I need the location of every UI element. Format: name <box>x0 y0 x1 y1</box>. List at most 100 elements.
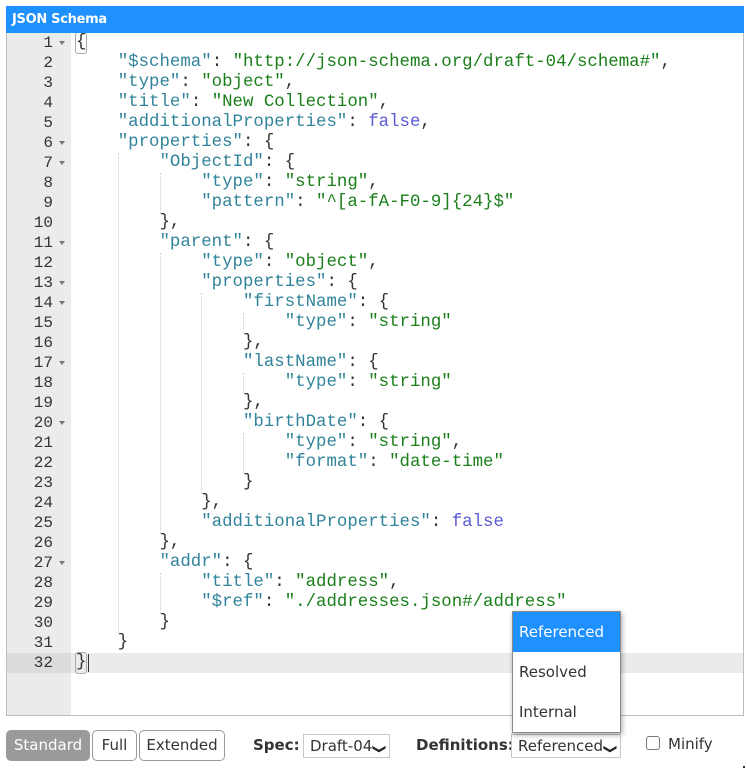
fold-arrow-icon[interactable] <box>59 361 65 365</box>
fold-arrow-icon[interactable] <box>59 421 65 425</box>
line-number: 10 <box>7 213 71 233</box>
json-punctuation: : <box>347 373 369 392</box>
json-key: "pattern" <box>201 193 296 212</box>
fold-arrow-icon[interactable] <box>59 141 65 145</box>
json-punctuation: : { <box>357 413 390 432</box>
code-line-text: }, <box>76 333 264 353</box>
line-number-text: 18 <box>33 374 53 392</box>
definitions-label: Definitions: <box>416 736 514 754</box>
minify-checkbox[interactable] <box>646 736 660 750</box>
code-line: "parent": { <box>71 233 743 253</box>
code-line-text: "title": "New Collection", <box>76 93 389 113</box>
line-number: 13 <box>7 273 71 293</box>
line-number: 29 <box>7 593 71 613</box>
mode-standard-button[interactable]: Standard <box>6 730 90 761</box>
dropdown-option-resolved[interactable]: Resolved <box>513 652 620 692</box>
json-punctuation: : { <box>222 553 254 572</box>
json-punctuation: : { <box>357 293 390 312</box>
line-number-text: 2 <box>43 54 53 72</box>
dropdown-option-referenced[interactable]: Referenced <box>513 612 620 652</box>
code-line: }, <box>71 493 743 513</box>
json-string: "object" <box>284 253 369 272</box>
mode-extended-button[interactable]: Extended <box>139 730 225 761</box>
json-punctuation: : <box>263 173 285 192</box>
json-punctuation: : <box>263 253 285 272</box>
code-line-text: "type": "object", <box>76 253 378 273</box>
fold-arrow-icon[interactable] <box>59 281 65 285</box>
json-punctuation: } <box>74 652 88 674</box>
code-line-text: "$schema": "http://json-schema.org/draft… <box>76 53 671 73</box>
line-number: 20 <box>7 413 71 433</box>
line-number: 19 <box>7 393 71 413</box>
json-string: "string" <box>368 433 452 452</box>
code-area[interactable]: { "$schema": "http://json-schema.org/dra… <box>71 33 743 715</box>
json-schema-editor[interactable]: 1 2 3 4 5 6 7 8 9 10 11 12 13 14 15 16 17 18 19 20 21 22 23 24 2… <box>6 33 744 716</box>
code-line-text: } <box>74 652 88 674</box>
json-punctuation: : { <box>243 233 275 252</box>
code-line-text: }, <box>76 213 181 233</box>
fold-arrow-icon[interactable] <box>59 41 65 45</box>
fold-arrow-icon[interactable] <box>59 301 65 305</box>
json-punctuation: : { <box>326 273 358 292</box>
line-number-text: 12 <box>33 254 53 272</box>
code-line: { <box>71 33 743 54</box>
line-number-text: 25 <box>33 514 53 532</box>
resize-dot <box>743 766 745 768</box>
line-number: 28 <box>7 573 71 593</box>
line-number: 26 <box>7 533 71 553</box>
json-key: "firstName" <box>242 293 358 312</box>
fold-arrow-icon[interactable] <box>59 161 65 165</box>
line-number-text: 27 <box>33 554 53 572</box>
json-key: "$schema" <box>117 53 212 72</box>
spec-select[interactable]: Draft-04 ❯ <box>303 734 390 758</box>
code-line: "format": "date-time" <box>71 453 743 473</box>
code-line-text: "lastName": { <box>76 353 379 373</box>
json-key: "type" <box>201 173 264 192</box>
json-string: "./addresses.json#/address" <box>284 593 567 612</box>
fold-arrow-icon[interactable] <box>59 241 65 245</box>
json-punctuation: , <box>368 173 379 192</box>
line-number: 31 <box>7 633 71 653</box>
line-number: 27 <box>7 553 71 573</box>
code-line: "addr": { <box>71 553 743 573</box>
line-number-text: 20 <box>33 414 53 432</box>
code-line-text: "birthDate": { <box>76 413 389 433</box>
dropdown-option-internal[interactable]: Internal <box>513 692 620 732</box>
line-number: 15 <box>7 313 71 333</box>
line-number: 3 <box>7 73 71 93</box>
json-punctuation: : <box>190 93 212 112</box>
json-punctuation: : { <box>347 353 379 372</box>
code-line: "additionalProperties": false <box>71 513 743 533</box>
line-number-text: 17 <box>33 354 53 372</box>
line-number-text: 23 <box>33 474 53 492</box>
line-number-text: 19 <box>33 394 53 412</box>
json-key: "properties" <box>201 273 327 292</box>
code-line: }, <box>71 393 743 413</box>
line-number: 4 <box>7 93 71 113</box>
json-key: "lastName" <box>242 353 348 372</box>
line-number-text: 31 <box>33 634 53 652</box>
json-key: "parent" <box>159 233 244 252</box>
code-line: "$schema": "http://json-schema.org/draft… <box>71 53 743 73</box>
definitions-select[interactable]: Referenced ❯ <box>511 734 621 758</box>
json-punctuation: : <box>368 453 390 472</box>
code-line-text: }, <box>76 533 181 553</box>
code-line-text: "ObjectId": { <box>76 153 296 173</box>
line-number-text: 16 <box>33 334 53 352</box>
json-string: "string" <box>368 313 452 332</box>
code-line-text: "additionalProperties": false <box>76 513 504 533</box>
code-line: "title": "address", <box>71 573 743 593</box>
json-punctuation: , <box>284 73 296 92</box>
line-number: 24 <box>7 493 71 513</box>
code-line: "type": "string", <box>71 173 743 193</box>
fold-arrow-icon[interactable] <box>59 561 65 565</box>
mode-full-button[interactable]: Full <box>92 730 137 761</box>
json-punctuation: , <box>378 93 390 112</box>
json-boolean: false <box>451 513 504 532</box>
minify-label[interactable]: Minify <box>668 735 713 753</box>
json-key: "type" <box>284 313 348 332</box>
json-boolean: false <box>368 113 421 132</box>
indent-guide <box>159 253 161 533</box>
line-number-text: 15 <box>33 314 53 332</box>
code-line-text: }, <box>76 493 222 513</box>
